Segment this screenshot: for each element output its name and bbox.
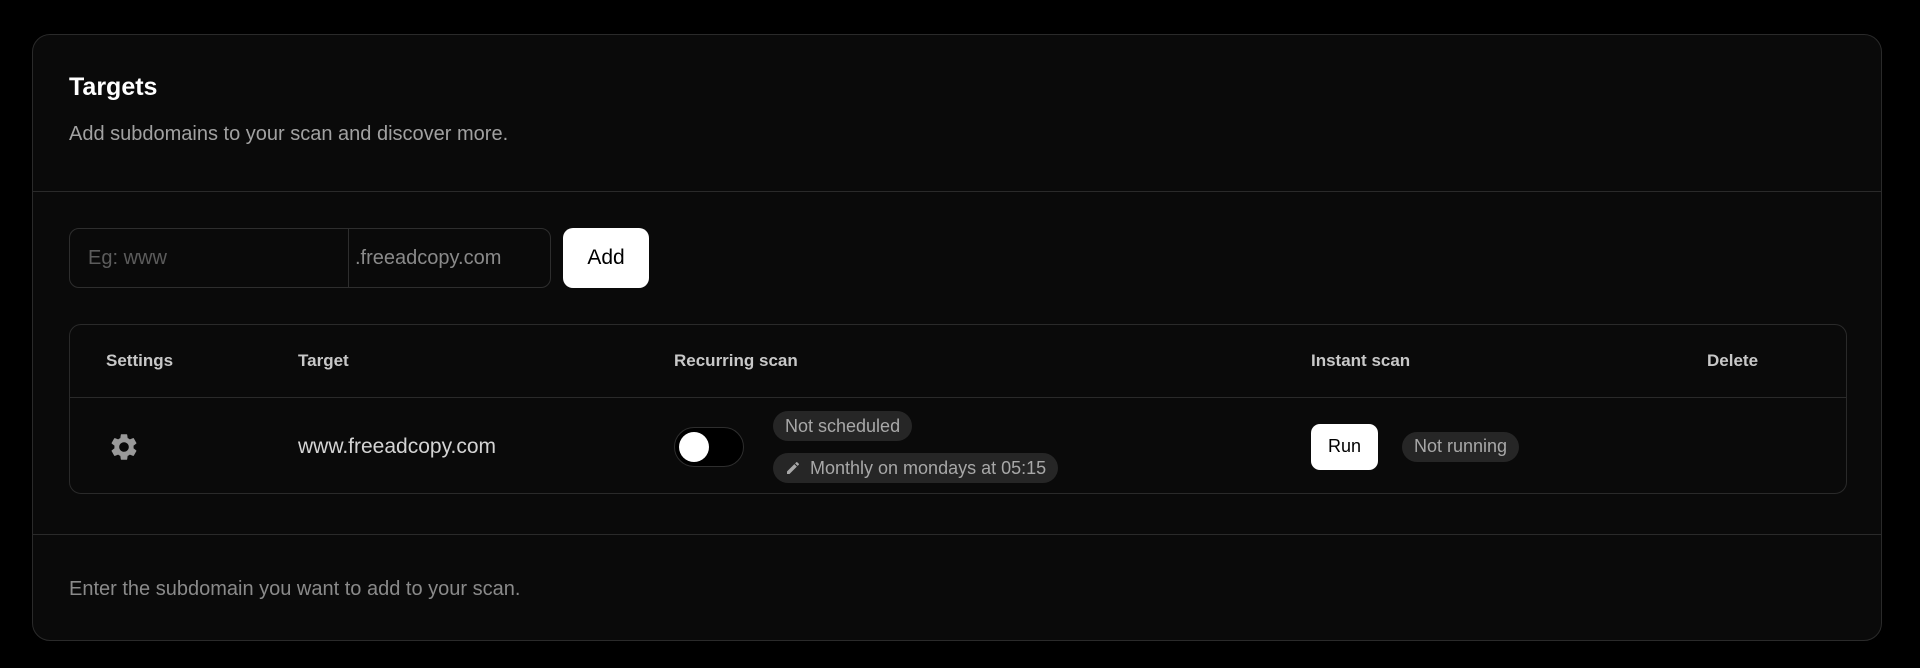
table-row: www.freeadcopy.com Not scheduled Monthly… — [70, 398, 1846, 495]
card-header: Targets Add subdomains to your scan and … — [33, 35, 1881, 192]
recurring-scan-toggle[interactable] — [674, 426, 744, 467]
domain-suffix: .freeadcopy.com — [348, 229, 550, 287]
page-title: Targets — [69, 73, 158, 101]
subdomain-input[interactable] — [70, 229, 348, 287]
subdomain-input-group: .freeadcopy.com — [69, 228, 551, 288]
page-description: Add subdomains to your scan and discover… — [69, 123, 509, 145]
schedule-badges: Not scheduled Monthly on mondays at 05:1… — [773, 411, 1059, 483]
column-delete: Delete — [1707, 351, 1759, 370]
targets-card: Targets Add subdomains to your scan and … — [32, 34, 1882, 641]
table-header: Settings Target Recurring scan Instant s… — [70, 325, 1846, 398]
column-target: Target — [298, 351, 349, 370]
recurring-scan-toggle-cell — [674, 398, 744, 495]
add-target-form: .freeadcopy.com Add — [69, 228, 1845, 288]
card-body: .freeadcopy.com Add Settings Target Recu… — [33, 192, 1881, 535]
target-name: www.freeadcopy.com — [298, 434, 497, 458]
targets-table: Settings Target Recurring scan Instant s… — [69, 324, 1847, 494]
settings-cell — [108, 398, 140, 495]
run-button[interactable]: Run — [1311, 423, 1378, 470]
edit-schedule-badge[interactable]: Monthly on mondays at 05:15 — [773, 453, 1059, 483]
toggle-knob — [679, 431, 709, 462]
footer-hint: Enter the subdomain you want to add to y… — [69, 578, 521, 600]
add-button[interactable]: Add — [563, 228, 649, 288]
schedule-status-badge: Not scheduled — [773, 411, 913, 441]
instant-scan-cell: Run Not running — [1311, 398, 1520, 495]
pencil-icon — [787, 461, 800, 474]
column-settings: Settings — [106, 351, 174, 370]
column-recurring-scan: Recurring scan — [674, 351, 798, 370]
run-status-badge: Not running — [1402, 431, 1520, 462]
gear-icon[interactable] — [108, 431, 140, 463]
schedule-text: Monthly on mondays at 05:15 — [810, 457, 1047, 478]
target-cell: www.freeadcopy.com — [298, 398, 496, 495]
column-instant-scan: Instant scan — [1311, 351, 1411, 370]
card-footer: Enter the subdomain you want to add to y… — [33, 535, 1881, 640]
